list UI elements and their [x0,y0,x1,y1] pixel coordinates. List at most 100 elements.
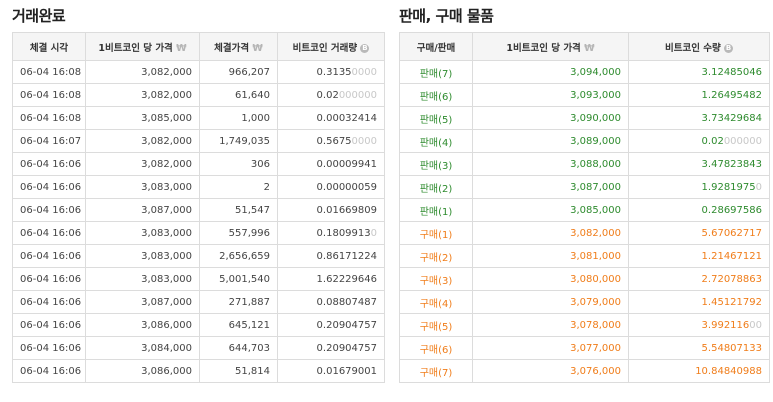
amount-value: 1.62229646 [316,273,377,285]
price-cell: 3,083,000 [85,175,200,199]
amount-value: 5.54807133 [701,342,762,354]
time-cell: 06-04 16:06 [12,359,86,383]
sell-order-row: 판매(2) 3,087,000 1.92819750 [399,175,770,199]
amount-cell: 0.00032414 [277,106,385,130]
total-cell: 61,640 [199,83,278,107]
type-cell: 판매(2) [399,175,473,199]
time-cell: 06-04 16:06 [12,244,86,268]
amount-value: 3.73429684 [701,112,762,124]
price-cell: 3,077,000 [472,336,629,360]
amount-value: 3.12485046 [701,66,762,78]
total-cell: 1,749,035 [199,129,278,153]
won-icon: ₩ [252,42,263,54]
type-cell: 구매(6) [399,336,473,360]
amount-value: 0.20904757 [316,342,377,354]
total-cell: 2,656,659 [199,244,278,268]
amount-cell: 1.45121792 [628,290,770,314]
total-cell: 1,000 [199,106,278,130]
type-cell: 구매(7) [399,359,473,383]
trade-row: 06-04 16:07 3,082,000 1,749,035 0.56750000 [12,129,385,153]
amount-cell: 0.00000059 [277,175,385,199]
time-cell: 06-04 16:06 [12,198,86,222]
price-cell: 3,082,000 [85,83,200,107]
amount-cell: 0.00009941 [277,152,385,176]
total-cell: 966,207 [199,60,278,84]
amount-trailing-zeros: 000000 [338,89,377,101]
time-cell: 06-04 16:06 [12,221,86,245]
total-cell: 644,703 [199,336,278,360]
amount-trailing-zeros: 000000 [723,135,762,147]
buy-order-row: 구매(1) 3,082,000 5.67062717 [399,221,770,245]
time-cell: 06-04 16:06 [12,336,86,360]
total-cell: 557,996 [199,221,278,245]
trade-row: 06-04 16:06 3,082,000 306 0.00009941 [12,152,385,176]
price-cell: 3,082,000 [85,152,200,176]
time-cell: 06-04 16:06 [12,175,86,199]
amount-cell: 0.18099130 [277,221,385,245]
sell-order-row: 판매(3) 3,088,000 3.47823843 [399,152,770,176]
amount-trailing-zeros: 0 [755,181,762,193]
amount-value: 0.1809913 [316,227,371,239]
amount-trailing-zeros: 0 [370,227,377,239]
trade-row: 06-04 16:08 3,082,000 966,207 0.31350000 [12,60,385,84]
amount-cell: 5.54807133 [628,336,770,360]
amount-cell: 3.73429684 [628,106,770,130]
orderbook-title: 판매, 구매 물품 [399,7,494,25]
type-cell: 구매(2) [399,244,473,268]
price-cell: 3,087,000 [472,175,629,199]
price-cell: 3,082,000 [85,129,200,153]
amount-value: 2.72078863 [701,273,762,285]
amount-trailing-zeros: 0000 [351,66,377,78]
amount-cell: 0.20904757 [277,313,385,337]
total-cell: 306 [199,152,278,176]
type-cell: 판매(1) [399,198,473,222]
time-cell: 06-04 16:06 [12,152,86,176]
amount-cell: 0.20904757 [277,336,385,360]
amount-cell: 0.86171224 [277,244,385,268]
sell-order-row: 판매(6) 3,093,000 1.26495482 [399,83,770,107]
amount-value: 0.00032414 [316,112,377,124]
amount-cell: 0.02000000 [628,129,770,153]
amount-cell: 1.26495482 [628,83,770,107]
price-cell: 3,089,000 [472,129,629,153]
amount-value: 0.08807487 [316,296,377,308]
amount-cell: 0.08807487 [277,290,385,314]
price-cell: 3,086,000 [85,359,200,383]
amount-cell: 1.21467121 [628,244,770,268]
amount-cell: 10.84840988 [628,359,770,383]
price-cell: 3,084,000 [85,336,200,360]
sell-order-row: 판매(5) 3,090,000 3.73429684 [399,106,770,130]
time-cell: 06-04 16:08 [12,60,86,84]
header-total: 체결가격 ₩ [199,32,278,61]
amount-value: 1.45121792 [701,296,762,308]
trade-row: 06-04 16:06 3,083,000 2 0.00000059 [12,175,385,199]
amount-cell: 0.56750000 [277,129,385,153]
price-cell: 3,090,000 [472,106,629,130]
trades-title: 거래완료 [12,7,66,25]
time-cell: 06-04 16:06 [12,313,86,337]
total-cell: 271,887 [199,290,278,314]
price-cell: 3,094,000 [472,60,629,84]
amount-cell: 0.31350000 [277,60,385,84]
amount-value: 0.00009941 [316,158,377,170]
time-cell: 06-04 16:07 [12,129,86,153]
trade-row: 06-04 16:06 3,084,000 644,703 0.20904757 [12,336,385,360]
total-cell: 645,121 [199,313,278,337]
amount-value: 0.00000059 [316,181,377,193]
type-cell: 판매(3) [399,152,473,176]
trades-header-row: 체결 시각 1비트코인 당 가격 ₩ 체결가격 ₩ 비트코인 거래량 B [12,32,385,61]
price-cell: 3,093,000 [472,83,629,107]
price-cell: 3,083,000 [85,267,200,291]
trade-row: 06-04 16:06 3,083,000 5,001,540 1.62229646 [12,267,385,291]
total-cell: 51,814 [199,359,278,383]
header-amount: 비트코인 수량 B [628,32,770,61]
amount-value: 3.992116 [701,319,750,331]
buy-order-row: 구매(4) 3,079,000 1.45121792 [399,290,770,314]
amount-cell: 0.01679001 [277,359,385,383]
amount-trailing-zeros: 0000 [351,135,377,147]
amount-value: 0.28697586 [701,204,762,216]
price-cell: 3,086,000 [85,313,200,337]
type-cell: 구매(4) [399,290,473,314]
header-time: 체결 시각 [12,32,86,61]
amount-cell: 3.12485046 [628,60,770,84]
